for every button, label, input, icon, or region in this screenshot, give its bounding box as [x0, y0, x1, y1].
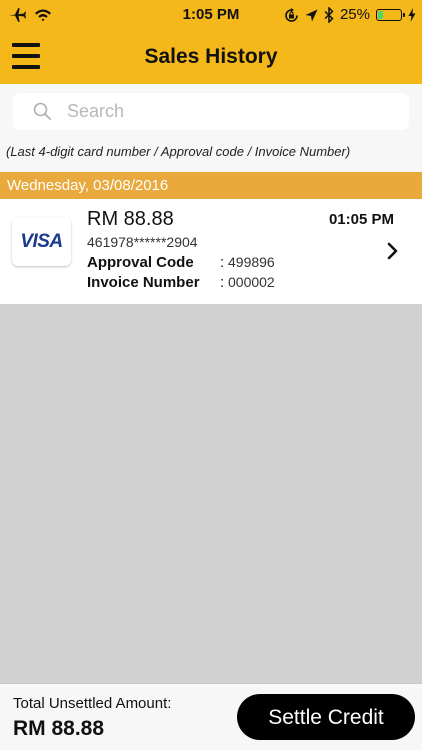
orientation-lock-icon: [285, 7, 298, 22]
bottom-bar: Total Unsettled Amount: RM 88.88 Settle …: [0, 683, 422, 750]
settle-credit-button[interactable]: Settle Credit: [237, 694, 415, 740]
visa-card-icon: VISA: [12, 217, 71, 266]
status-bar: 1:05 PM 25%: [0, 0, 422, 30]
navigation-bar: Sales History: [0, 30, 422, 84]
approval-code-label: Approval Code: [87, 254, 194, 271]
transaction-row[interactable]: VISA RM 88.88 461978******2904 Approval …: [0, 199, 422, 304]
transaction-time: 01:05 PM: [328, 211, 394, 228]
search-icon: [33, 102, 51, 120]
charging-icon: [408, 8, 416, 22]
approval-code-separator: :: [220, 254, 225, 271]
total-unsettled-value: RM 88.88: [13, 717, 105, 740]
date-section-header: Wednesday, 03/08/2016: [0, 172, 422, 199]
battery-percent: 25%: [339, 6, 370, 23]
search-hint: (Last 4-digit card number / Approval cod…: [6, 144, 351, 159]
page-title: Sales History: [144, 45, 278, 68]
bluetooth-icon: [324, 7, 334, 23]
search-area: (Last 4-digit card number / Approval cod…: [0, 84, 422, 172]
total-unsettled-label: Total Unsettled Amount:: [13, 695, 172, 712]
status-right-icons: 25%: [284, 5, 416, 25]
card-brand-label: VISA: [20, 230, 63, 252]
approval-code-value: 499896: [228, 254, 275, 270]
battery-icon: [376, 9, 405, 21]
card-number: 461978******2904: [87, 234, 198, 250]
invoice-number-value: 000002: [228, 274, 275, 290]
invoice-number-separator: :: [220, 274, 225, 291]
battery-cap: [403, 13, 405, 17]
transaction-amount: RM 88.88: [87, 208, 174, 230]
search-box[interactable]: [13, 93, 409, 130]
location-icon: [305, 9, 318, 21]
search-input[interactable]: [67, 93, 397, 130]
chevron-right-icon[interactable]: [386, 242, 400, 260]
top-bar: 1:05 PM 25% Sales History: [0, 0, 422, 84]
invoice-number-label: Invoice Number: [87, 274, 200, 291]
battery-level-fill: [378, 11, 383, 19]
